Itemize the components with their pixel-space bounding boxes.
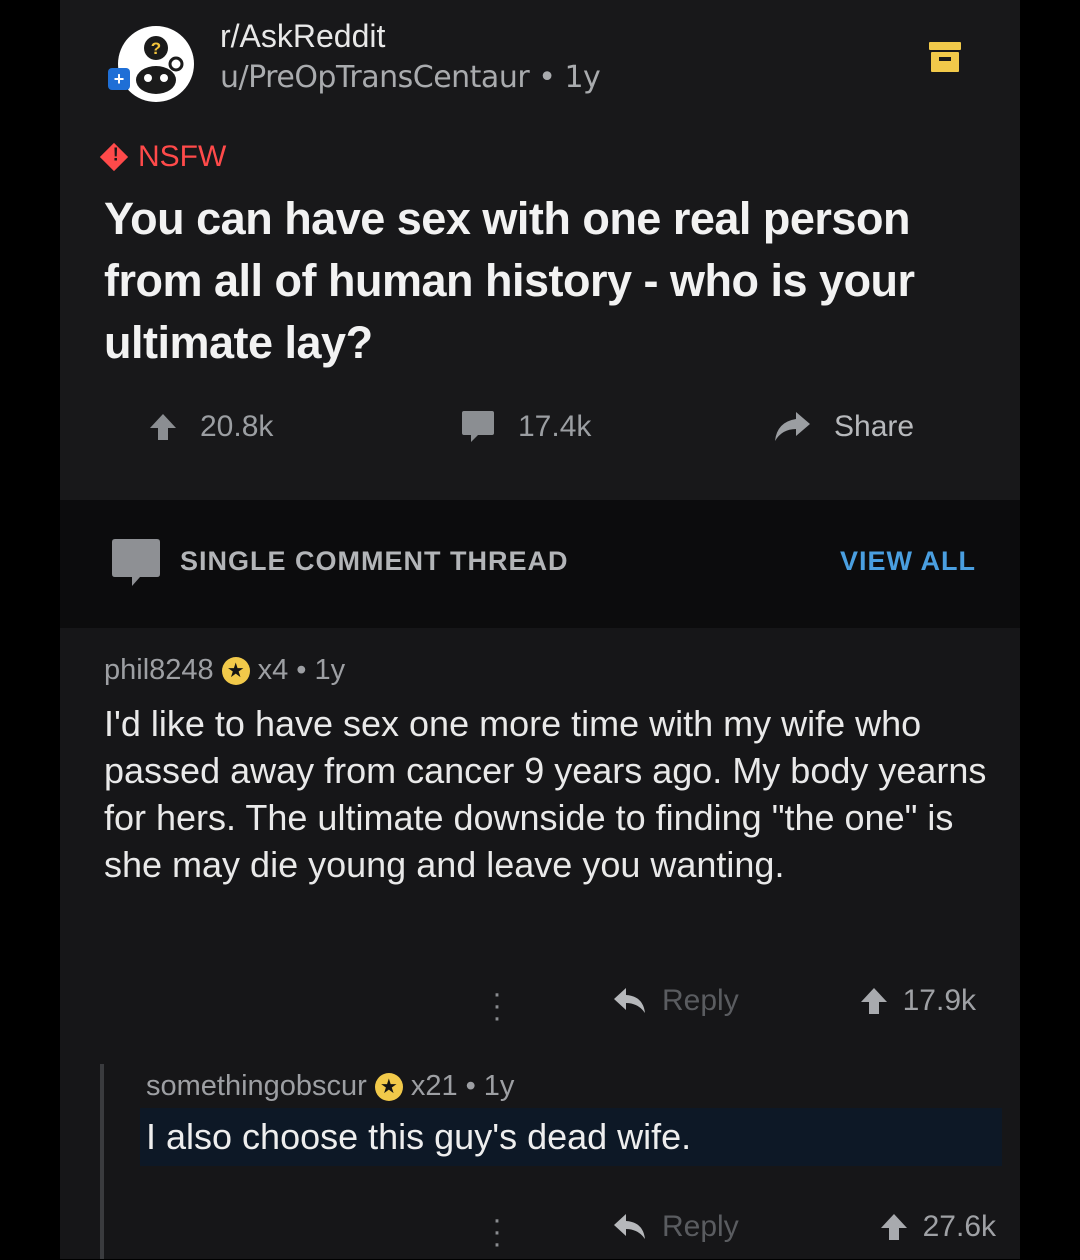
- nsfw-badge: NSFW: [99, 140, 227, 174]
- award-icon: [221, 656, 250, 685]
- comment-awards: x4: [257, 654, 289, 686]
- nested-reply: somethingobscur x21 • 1y I also choose t…: [100, 1064, 1002, 1259]
- meta-separator: •: [538, 60, 565, 95]
- reply-awards: x21: [410, 1070, 458, 1102]
- thread-label: SINGLE COMMENT THREAD: [180, 546, 569, 576]
- meta-separator: •: [465, 1070, 476, 1102]
- reply-upvote-button[interactable]: 27.6k: [879, 1210, 996, 1244]
- share-label: Share: [834, 410, 915, 443]
- more-options-icon[interactable]: · · ·: [492, 979, 502, 1033]
- more-options-icon[interactable]: · · ·: [492, 1205, 502, 1259]
- comment: phil8248 x4 • 1y I'd like to have sex on…: [60, 628, 1020, 1259]
- save-icon[interactable]: [928, 40, 962, 74]
- comment-upvote-button[interactable]: 17.9k: [859, 984, 976, 1018]
- comment-icon: [462, 411, 494, 442]
- share-icon: [775, 412, 810, 441]
- add-avatar-icon[interactable]: +: [108, 68, 130, 90]
- award-icon: [374, 1072, 403, 1101]
- post-age: 1y: [564, 60, 601, 95]
- comment-author[interactable]: phil8248: [104, 654, 214, 687]
- comment-meta: phil8248 x4 • 1y: [104, 654, 345, 687]
- reply-label: Reply: [662, 984, 739, 1017]
- post-meta: u/PreOpTransCentaur • 1y: [220, 60, 601, 95]
- post-title[interactable]: You can have sex with one real person fr…: [104, 188, 964, 374]
- comment-age: 1y: [314, 654, 346, 686]
- upvote-count: 20.8k: [200, 410, 274, 443]
- reply-label: Reply: [662, 1210, 739, 1243]
- comment-count: 17.4k: [518, 410, 592, 443]
- reply-body: I also choose this guy's dead wife.: [140, 1108, 1002, 1166]
- upvote-button[interactable]: 20.8k: [148, 410, 273, 444]
- reply-icon: [614, 1214, 645, 1239]
- reply-button[interactable]: Reply: [612, 1210, 739, 1244]
- reply-actions: · · · Reply 27.6k: [100, 1205, 1000, 1259]
- upvote-icon: [150, 414, 176, 440]
- comment-actions: · · · Reply 17.9k: [60, 978, 1020, 1033]
- upvote-icon: [880, 1214, 907, 1240]
- reply-button[interactable]: Reply: [612, 984, 739, 1018]
- comment-vote-count: 17.9k: [902, 984, 976, 1017]
- reply-author[interactable]: somethingobscur: [146, 1070, 367, 1103]
- post-actions: 20.8k 17.4k Share: [60, 410, 1020, 460]
- reply-vote-count: 27.6k: [922, 1210, 996, 1243]
- subreddit-name[interactable]: r/AskReddit: [220, 18, 385, 55]
- nsfw-label: NSFW: [138, 140, 227, 173]
- view-all-link[interactable]: VIEW ALL: [840, 546, 976, 577]
- avatar[interactable]: ?: [116, 24, 196, 104]
- reply-icon: [614, 988, 645, 1013]
- share-button[interactable]: Share: [772, 410, 914, 444]
- comment-body: I'd like to have sex one more time with …: [104, 703, 987, 885]
- post-card: ? + r/AskReddit u/PreOpTransCentaur • 1y…: [60, 0, 1020, 500]
- comments-button[interactable]: 17.4k: [460, 410, 591, 444]
- svg-text:?: ?: [151, 39, 161, 58]
- post-author[interactable]: u/PreOpTransCentaur: [220, 60, 530, 95]
- nsfw-icon: [99, 142, 129, 172]
- reply-age: 1y: [483, 1070, 515, 1102]
- meta-separator: •: [296, 654, 307, 686]
- upvote-icon: [860, 988, 887, 1014]
- app-frame: ? + r/AskReddit u/PreOpTransCentaur • 1y…: [60, 0, 1020, 1259]
- reply-meta: somethingobscur x21 • 1y: [146, 1070, 514, 1103]
- comment-thread-icon: [112, 539, 160, 586]
- single-thread-bar: SINGLE COMMENT THREAD VIEW ALL: [60, 500, 1020, 628]
